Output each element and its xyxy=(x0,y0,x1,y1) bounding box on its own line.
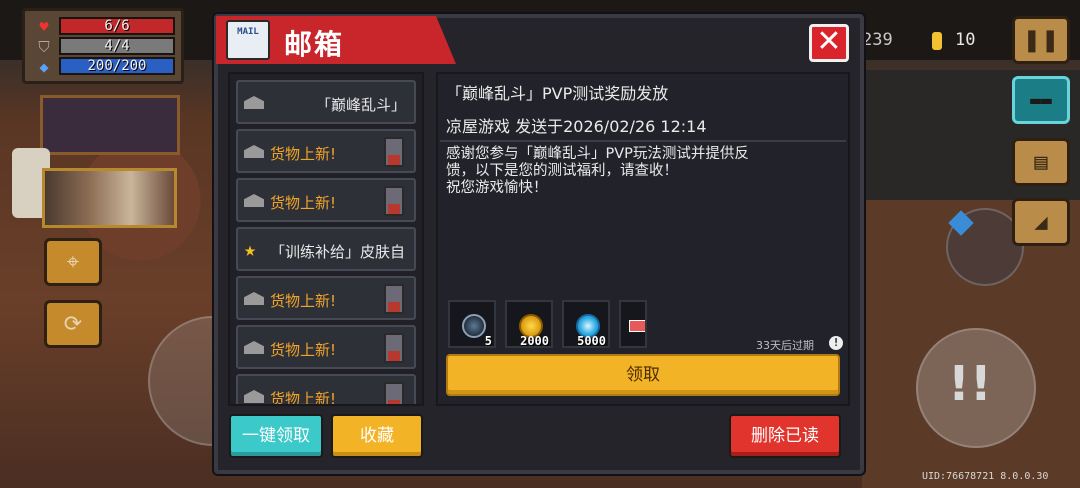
heart-icon: ♥ xyxy=(39,18,49,36)
divider xyxy=(440,140,846,142)
shield-icon: ⛉ xyxy=(38,38,50,56)
mail-item-label: 货物上新! xyxy=(270,341,337,359)
mail-body-line: 馈，以下是您的测试福利，请查收！ xyxy=(446,163,678,179)
merchant-npc-icon xyxy=(384,186,404,216)
star-icon: ★ xyxy=(244,237,257,261)
hp-bar: ♥ 6/6 xyxy=(39,17,175,36)
envelope-icon xyxy=(244,292,264,305)
emote-icon: ◢ xyxy=(1034,209,1048,235)
pause-button[interactable]: ❚❚ xyxy=(1012,16,1070,64)
mail-body: 感谢您参与「巅峰乱斗」PVP玩法测试并提供反 馈，以下是您的测试福利，请查收！ … xyxy=(446,146,816,197)
reward-slot[interactable]: 5000 xyxy=(562,300,610,348)
mail-item[interactable]: 货物上新! xyxy=(236,129,416,173)
mail-item[interactable]: 货物上新! xyxy=(236,325,416,369)
mail-item-label: 货物上新! xyxy=(270,145,337,163)
energy-text: 200/200 xyxy=(87,58,147,74)
attack-exclaim-icon: !! xyxy=(948,356,992,412)
envelope-icon xyxy=(244,145,264,158)
currency-display: 239 10 xyxy=(862,22,1002,60)
coin-icon xyxy=(932,32,942,50)
claim-all-button[interactable]: 一键领取 xyxy=(229,414,323,458)
attack-button[interactable]: !! xyxy=(916,328,1036,448)
hp-text: 6/6 xyxy=(104,18,130,34)
merchant-npc-icon xyxy=(384,382,404,404)
claim-button[interactable]: 领取 xyxy=(446,354,840,396)
close-button[interactable]: ✕ xyxy=(809,24,849,62)
map-pin-icon: ⌖ xyxy=(66,249,80,275)
mail-list[interactable]: 「巅峰乱斗」 货物上新! 货物上新! ★ 「训练补给」皮肤自 货物上新! 货物上… xyxy=(228,72,424,406)
mail-item[interactable]: 货物上新! xyxy=(236,178,416,222)
merchant-npc-icon xyxy=(384,284,404,314)
reward-count: 2000 xyxy=(520,334,549,348)
ticket-icon xyxy=(629,320,645,332)
reward-slot[interactable]: 2000 xyxy=(505,300,553,348)
info-icon[interactable]: ! xyxy=(829,336,843,350)
mail-body-line: 感谢您参与「巅峰乱斗」PVP玩法测试并提供反 xyxy=(446,146,749,162)
mail-body-line: 祝您游戏愉快！ xyxy=(446,180,548,196)
gun-icon: ▬▬ xyxy=(1030,89,1052,111)
map-pin-button[interactable]: ⌖ xyxy=(44,238,102,286)
swap-button[interactable]: ⟳ xyxy=(44,300,102,348)
energy-diamond-icon: ◆ xyxy=(39,58,49,76)
favorite-button[interactable]: 收藏 xyxy=(331,414,423,458)
feather-token-icon xyxy=(462,314,486,338)
reward-slot[interactable] xyxy=(619,300,647,348)
mail-title: 「巅峰乱斗」PVP测试奖励发放 xyxy=(446,84,669,103)
swap-icon: ⟳ xyxy=(63,311,83,337)
mail-icon: MAIL xyxy=(226,20,270,60)
mailbox-header: MAIL 邮箱 xyxy=(216,16,456,64)
emote-button[interactable]: ◢ xyxy=(1012,198,1070,246)
mail-item-label: 「巅峰乱斗」 xyxy=(315,96,406,114)
envelope-icon xyxy=(244,194,264,207)
player-stats-panel: ♥ 6/6 ⛉ 4/4 ◆ 200/200 xyxy=(22,8,184,84)
mail-item-label: 货物上新! xyxy=(270,292,337,310)
delete-read-button[interactable]: 删除已读 xyxy=(729,414,841,458)
mail-item[interactable]: 「巅峰乱斗」 xyxy=(236,80,416,124)
armor-bar: ⛉ 4/4 xyxy=(38,37,175,56)
envelope-icon xyxy=(244,390,264,403)
mailbox-title: 邮箱 xyxy=(284,28,345,61)
weapon-switch-button[interactable]: ▬▬ xyxy=(1012,76,1070,124)
mail-item-label: 货物上新! xyxy=(270,194,337,212)
mail-item-label: 「训练补给」皮肤自 xyxy=(270,243,406,261)
envelope-icon xyxy=(244,341,264,354)
energy-bar: ◆ 200/200 xyxy=(39,57,175,76)
merchant-npc-icon xyxy=(384,137,404,167)
mail-item[interactable]: ★ 「训练补给」皮肤自 xyxy=(236,227,416,271)
envelope-icon xyxy=(244,96,264,109)
mail-item[interactable]: 货物上新! xyxy=(236,276,416,320)
reward-count: 5000 xyxy=(577,334,606,348)
chat-icon: ▤ xyxy=(1034,149,1048,175)
reward-slot[interactable]: 5 xyxy=(448,300,496,348)
armor-text: 4/4 xyxy=(104,38,130,54)
uid-label: UID:76678721 8.0.0.30 xyxy=(922,471,1049,482)
reward-count: 5 xyxy=(484,334,492,348)
mail-sender: 凉屋游戏 发送于2026/02/26 12:14 xyxy=(446,117,707,136)
pause-icon: ❚❚ xyxy=(1022,27,1060,53)
mail-item-label: 货物上新! xyxy=(270,390,337,406)
mail-item[interactable]: 货物上新! xyxy=(236,374,416,406)
merchant-npc-icon xyxy=(384,333,404,363)
expire-label: 33天后过期 xyxy=(756,339,814,352)
gem-count: 239 xyxy=(862,30,893,50)
chat-button[interactable]: ▤ xyxy=(1012,138,1070,186)
wall-painting xyxy=(42,168,177,228)
coin-count: 10 xyxy=(955,30,976,50)
